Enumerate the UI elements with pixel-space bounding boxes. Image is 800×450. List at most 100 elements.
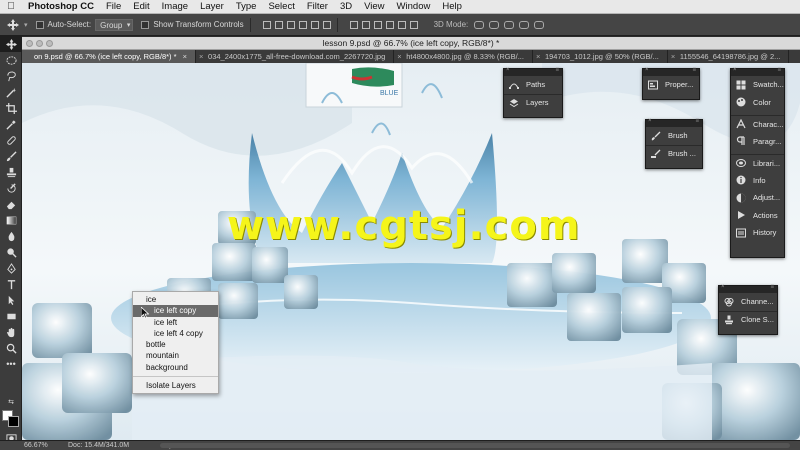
healing-brush-tool[interactable]	[0, 132, 22, 148]
path-selection-tool[interactable]	[0, 292, 22, 308]
marquee-tool[interactable]	[0, 52, 22, 68]
type-tool[interactable]	[0, 276, 22, 292]
3d-rotate-icon[interactable]	[474, 20, 485, 29]
close-tab-icon[interactable]: ×	[536, 50, 540, 63]
panel-item-adjustments[interactable]: Adjust...	[731, 189, 784, 207]
menu-type[interactable]: Type	[230, 0, 263, 14]
menu-filter[interactable]: Filter	[301, 0, 334, 14]
panel-item-layers[interactable]: Layers	[504, 93, 562, 112]
zoom-level[interactable]: 66.67%	[0, 442, 48, 449]
tab-all-free-download[interactable]: × 034_2400x1775_all-free-download.com_22…	[196, 50, 395, 63]
gradient-tool[interactable]	[0, 212, 22, 228]
panel-menu-icon[interactable]: ≡	[555, 67, 559, 73]
close-panel-icon[interactable]: ×	[648, 118, 652, 124]
panel-item-properties[interactable]: Proper...	[643, 76, 699, 94]
panel-menu-icon[interactable]: ≡	[770, 284, 774, 290]
menu-photoshop[interactable]: Photoshop CC	[22, 0, 100, 14]
tab-ht4800x4800[interactable]: × ht4800x4800.jpg @ 8.33% (RGB/...	[394, 50, 533, 63]
panel-item-color[interactable]: Color	[731, 94, 784, 112]
align-middle-icon[interactable]	[274, 20, 283, 29]
pen-tool[interactable]	[0, 260, 22, 276]
minimize-window-icon[interactable]	[36, 40, 43, 47]
panel-item-brush[interactable]: Brush	[646, 127, 702, 145]
auto-select-dropdown[interactable]: Group	[95, 18, 134, 31]
panel-menu-icon[interactable]: ≡	[692, 67, 696, 73]
blur-tool[interactable]	[0, 228, 22, 244]
panel-header[interactable]: × ≡	[643, 67, 699, 76]
eyedropper-tool[interactable]	[0, 116, 22, 132]
align-bottom-icon[interactable]	[286, 20, 295, 29]
panel-item-paths[interactable]: Paths	[504, 76, 562, 94]
edit-toolbar[interactable]: •••	[0, 356, 22, 372]
horizontal-scrollbar[interactable]	[160, 443, 790, 448]
distribute-middle-icon[interactable]	[361, 20, 370, 29]
panel-item-history[interactable]: History	[731, 224, 784, 242]
apple-logo-icon[interactable]: 	[0, 1, 22, 12]
tab-1155546[interactable]: × 1155546_64198786.jpg @ 2...	[668, 50, 790, 63]
menu-view[interactable]: View	[358, 0, 390, 14]
close-tab-icon[interactable]: ×	[671, 50, 675, 63]
menu-file[interactable]: File	[100, 0, 127, 14]
close-panel-icon[interactable]: ×	[506, 67, 510, 73]
background-color[interactable]	[8, 416, 19, 427]
chevron-down-icon[interactable]: ▾	[24, 21, 28, 29]
context-menu-item[interactable]: background	[133, 362, 218, 373]
menu-3d[interactable]: 3D	[334, 0, 358, 14]
panel-header[interactable]: × ≡	[731, 67, 784, 76]
align-right-icon[interactable]	[322, 20, 331, 29]
show-transform-checkbox[interactable]	[141, 20, 150, 29]
distribute-left-icon[interactable]	[385, 20, 394, 29]
menu-image[interactable]: Image	[156, 0, 194, 14]
tab-lesson-9[interactable]: on 9.psd @ 66.7% (ice left copy, RGB/8*)…	[22, 50, 197, 63]
history-brush-tool[interactable]	[0, 180, 22, 196]
context-menu-item[interactable]: ice left 4 copy	[133, 328, 218, 339]
dodge-tool[interactable]	[0, 244, 22, 260]
clone-stamp-tool[interactable]	[0, 164, 22, 180]
menu-help[interactable]: Help	[436, 0, 468, 14]
panel-header[interactable]: × ≡	[504, 67, 562, 76]
panel-item-swatches[interactable]: Swatch...	[731, 76, 784, 94]
align-center-icon[interactable]	[310, 20, 319, 29]
quick-select-tool[interactable]	[0, 84, 22, 100]
panel-item-brush-presets[interactable]: Brush ...	[646, 144, 702, 163]
panel-item-clone-source[interactable]: Clone S...	[719, 310, 777, 329]
distribute-top-icon[interactable]	[349, 20, 358, 29]
hand-tool[interactable]	[0, 324, 22, 340]
close-panel-icon[interactable]: ×	[645, 67, 649, 73]
eraser-tool[interactable]	[0, 196, 22, 212]
zoom-window-icon[interactable]	[46, 40, 53, 47]
menu-layer[interactable]: Layer	[194, 0, 230, 14]
document-title-bar[interactable]: lesson 9.psd @ 66.7% (ice left copy, RGB…	[22, 37, 800, 50]
close-tab-icon[interactable]: ×	[183, 52, 187, 61]
3d-slide-icon[interactable]	[519, 20, 530, 29]
panel-menu-icon[interactable]: ≡	[695, 118, 699, 124]
close-window-icon[interactable]	[26, 40, 33, 47]
panel-menu-icon[interactable]: ≡	[777, 67, 781, 73]
panel-item-character[interactable]: Charac...	[731, 115, 784, 133]
distribute-bottom-icon[interactable]	[373, 20, 382, 29]
panel-item-actions[interactable]: Actions	[731, 207, 784, 225]
3d-drag-icon[interactable]	[504, 20, 515, 29]
crop-tool[interactable]	[0, 100, 22, 116]
panel-item-info[interactable]: Info	[731, 172, 784, 190]
close-panel-icon[interactable]: ×	[721, 284, 725, 290]
brush-tool[interactable]	[0, 148, 22, 164]
close-panel-icon[interactable]: ×	[733, 67, 737, 73]
zoom-tool[interactable]	[0, 340, 22, 356]
panel-item-paragraph[interactable]: Paragr...	[731, 133, 784, 151]
context-menu-item[interactable]: ice	[133, 294, 218, 305]
panel-item-channels[interactable]: Channe...	[719, 293, 777, 311]
close-tab-icon[interactable]: ×	[199, 50, 203, 63]
3d-scale-icon[interactable]	[534, 20, 545, 29]
auto-select-checkbox[interactable]	[35, 20, 44, 29]
menu-select[interactable]: Select	[262, 0, 300, 14]
menu-window[interactable]: Window	[391, 0, 437, 14]
close-tab-icon[interactable]: ×	[397, 50, 401, 63]
lasso-tool[interactable]	[0, 68, 22, 84]
distribute-center-icon[interactable]	[397, 20, 406, 29]
menu-edit[interactable]: Edit	[127, 0, 155, 14]
panel-item-libraries[interactable]: Librari...	[731, 154, 784, 172]
align-top-icon[interactable]	[262, 20, 271, 29]
move-tool[interactable]	[0, 36, 22, 52]
move-tool-preset-icon[interactable]	[2, 16, 24, 34]
